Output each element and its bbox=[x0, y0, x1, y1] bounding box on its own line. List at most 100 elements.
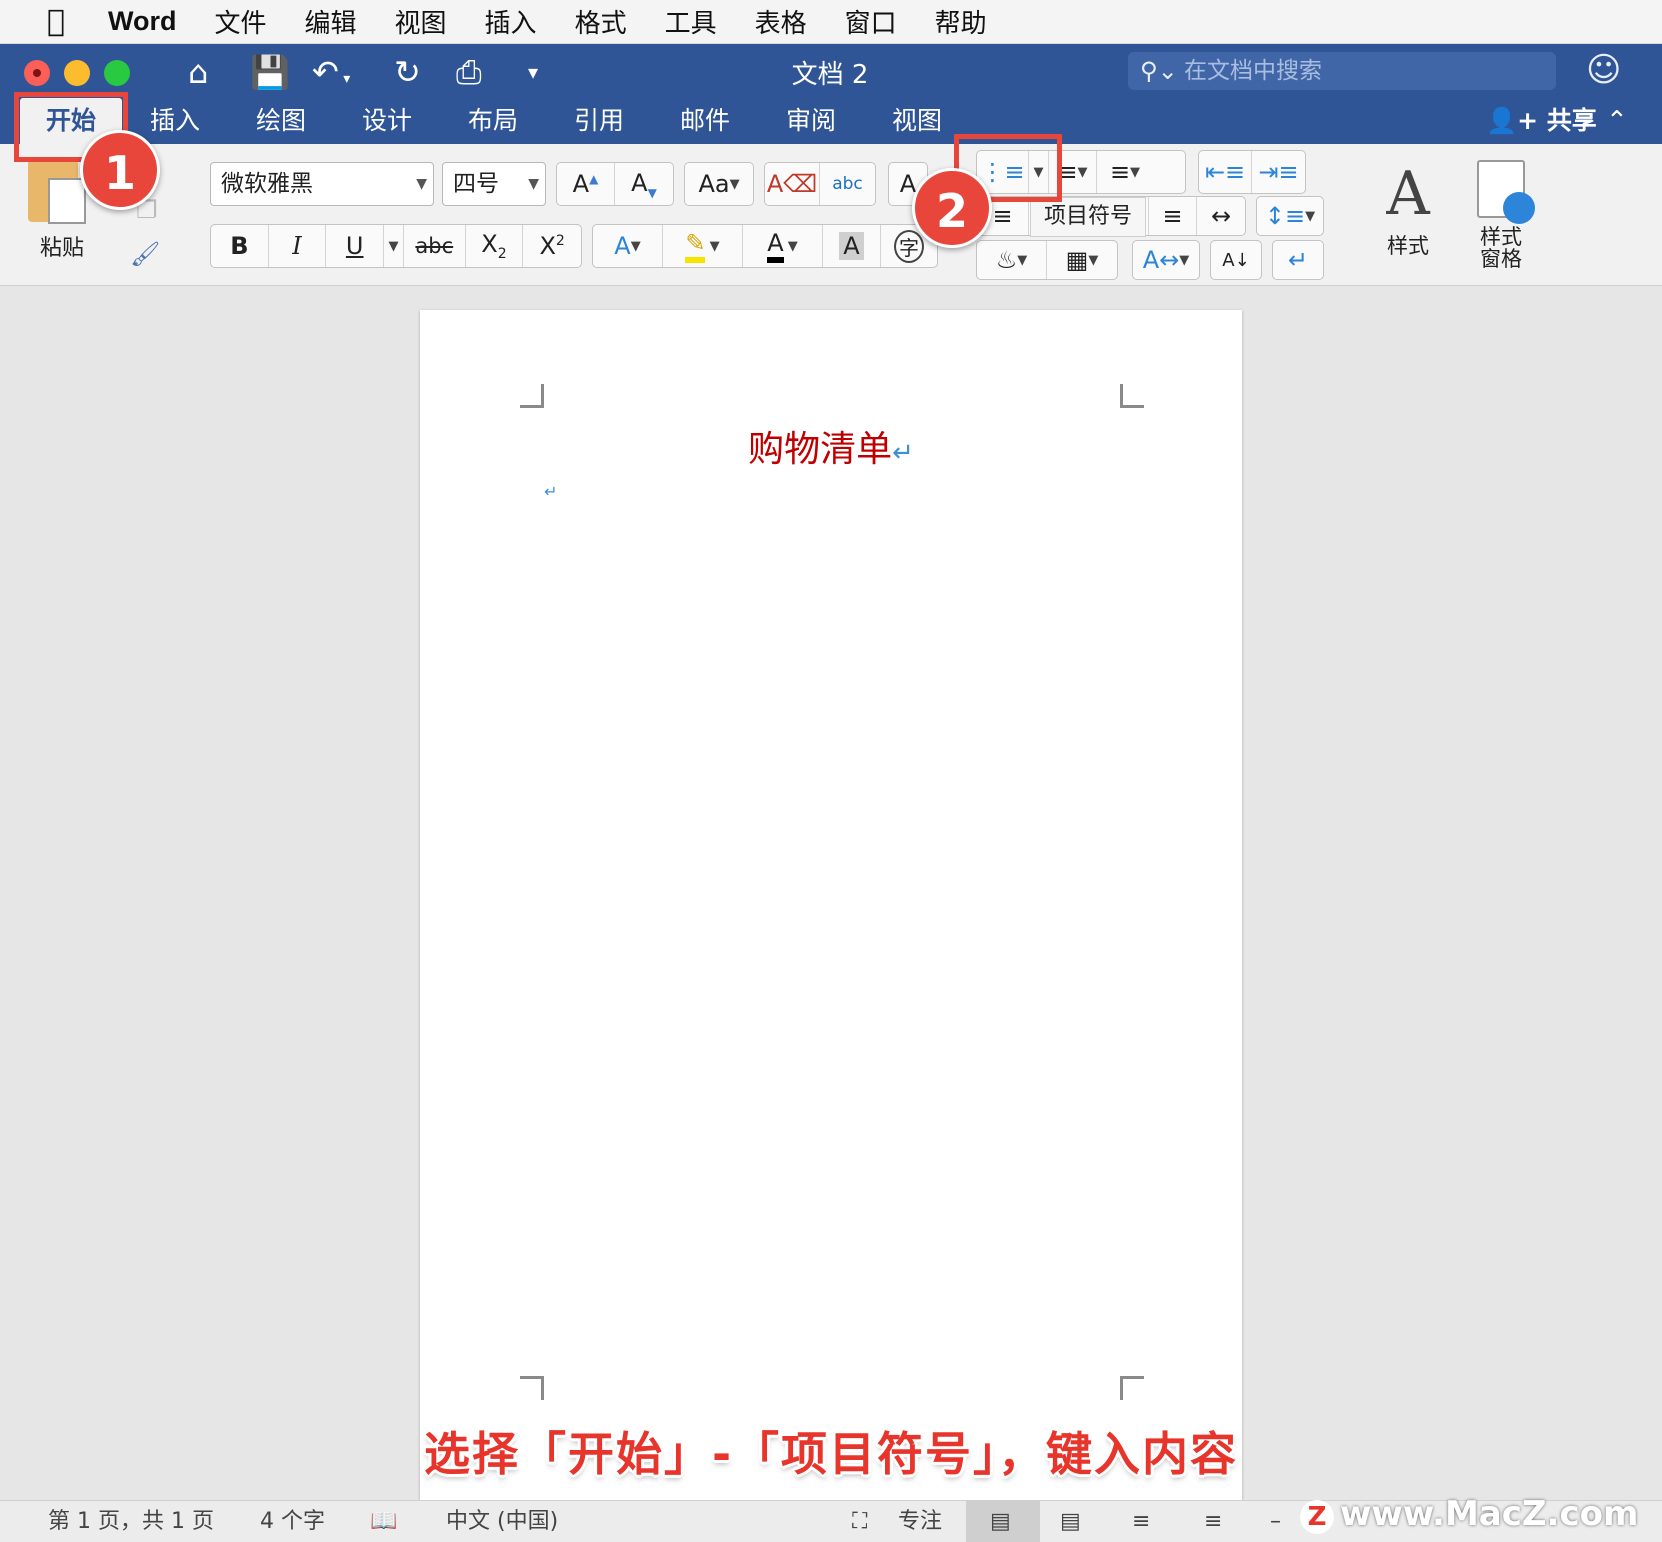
app-menu-word[interactable]: Word bbox=[108, 6, 177, 37]
word-count-status[interactable]: 4 个字 bbox=[260, 1501, 325, 1542]
highlighter-icon: ✎ bbox=[685, 229, 706, 263]
strikethrough-button[interactable]: abc bbox=[404, 225, 466, 267]
tab-mailings[interactable]: 邮件 bbox=[660, 98, 750, 144]
sort-button[interactable]: A↓ bbox=[1211, 241, 1261, 279]
close-window-button[interactable] bbox=[24, 60, 50, 86]
borders-button[interactable]: ▦ ▼ bbox=[1047, 241, 1117, 279]
underline-button[interactable]: U bbox=[326, 225, 385, 267]
shrink-font-icon: A▼ bbox=[631, 168, 657, 200]
menu-help[interactable]: 帮助 bbox=[935, 3, 987, 40]
shrink-font-button[interactable]: A▼ bbox=[615, 163, 673, 205]
share-label: 共享 bbox=[1546, 106, 1597, 135]
proofing-book-icon[interactable]: 📖 bbox=[370, 1501, 397, 1542]
zoom-window-button[interactable] bbox=[104, 60, 130, 86]
align-left-icon: ≡ bbox=[992, 202, 1013, 230]
ribbon-tab-bar: 开始 插入 绘图 设计 布局 引用 邮件 审阅 视图 👤+ 共享 ⌃ bbox=[0, 98, 1662, 144]
change-case-button[interactable]: Aa ▼ bbox=[685, 163, 753, 205]
subscript-icon: X2 bbox=[481, 230, 507, 262]
return-arrow-icon: ↵ bbox=[1287, 246, 1309, 274]
share-button[interactable]: 👤+ 共享 bbox=[1486, 98, 1597, 144]
feedback-smiley-icon[interactable]: ☺ bbox=[1586, 50, 1621, 90]
line-spacing-button[interactable]: ↕≡ ▼ bbox=[1257, 197, 1323, 235]
font-name-select[interactable]: 微软雅黑 ▼ bbox=[210, 162, 434, 206]
page-count-status[interactable]: 第 1 页，共 1 页 bbox=[48, 1501, 214, 1542]
tab-layout[interactable]: 布局 bbox=[448, 98, 538, 144]
font-size-select[interactable]: 四号 ▼ bbox=[442, 162, 546, 206]
menu-table[interactable]: 表格 bbox=[755, 3, 807, 40]
document-heading-line[interactable]: 购物清单↵ bbox=[420, 420, 1242, 472]
collapse-ribbon-icon[interactable]: ⌃ bbox=[1606, 98, 1628, 144]
font-style-group: B I U ▼ abc X2 X2 bbox=[210, 224, 582, 268]
tab-design[interactable]: 设计 bbox=[342, 98, 432, 144]
character-shading-button[interactable]: A bbox=[823, 225, 881, 267]
zoom-out-icon[interactable]: – bbox=[1270, 1501, 1281, 1542]
character-spacing-button[interactable]: A↔ ▼ bbox=[1133, 241, 1199, 279]
grow-font-icon: A▲ bbox=[572, 170, 599, 198]
menu-view[interactable]: 视图 bbox=[395, 3, 447, 40]
font-size-adjust-group: A▲ A▼ bbox=[556, 162, 674, 206]
minimize-window-button[interactable] bbox=[64, 60, 90, 86]
web-layout-icon[interactable]: ▤ bbox=[1060, 1501, 1081, 1542]
underline-dropdown[interactable]: ▼ bbox=[384, 225, 404, 267]
watermark-text: www.MacZ.com bbox=[1340, 1494, 1639, 1534]
line-spacing-icon: ↕≡ bbox=[1264, 202, 1306, 230]
crop-mark-bottom-right bbox=[1120, 1376, 1144, 1400]
crop-mark-bottom-left bbox=[520, 1376, 544, 1400]
styles-gallery-button[interactable]: A 样式 bbox=[1368, 158, 1448, 260]
shading-border-group: ♨ ▼ ▦ ▼ bbox=[976, 240, 1118, 280]
document-search-input[interactable]: ⚲⌄ 在文档中搜索 bbox=[1128, 52, 1556, 90]
italic-button[interactable]: I bbox=[269, 225, 327, 267]
show-paragraph-marks-button[interactable]: ↵ bbox=[1273, 241, 1323, 279]
undo-icon[interactable]: ↶ ▾ bbox=[312, 50, 350, 101]
menu-insert[interactable]: 插入 bbox=[485, 3, 537, 40]
search-icon: ⚲⌄ bbox=[1140, 57, 1178, 85]
menu-file[interactable]: 文件 bbox=[215, 3, 267, 40]
clear-formatting-button[interactable]: A⌫ bbox=[765, 163, 821, 205]
increase-indent-button[interactable]: ⇥≡ bbox=[1252, 151, 1305, 193]
highlight-color-button[interactable]: ✎ ▼ bbox=[663, 225, 743, 267]
menu-format[interactable]: 格式 bbox=[575, 3, 627, 40]
font-color-button[interactable]: A ▼ bbox=[743, 225, 823, 267]
styles-pane-button[interactable]: 样式 窗格 bbox=[1462, 160, 1540, 270]
abc-icon: abc bbox=[832, 174, 863, 194]
focus-mode-icon[interactable]: ⛶ bbox=[852, 1501, 867, 1542]
tab-draw[interactable]: 绘图 bbox=[236, 98, 326, 144]
bullets-tooltip: 项目符号 bbox=[1030, 197, 1146, 237]
menu-window[interactable]: 窗口 bbox=[845, 3, 897, 40]
justify-button[interactable]: ≡ bbox=[1149, 197, 1197, 235]
document-page[interactable]: 购物清单↵ ↵ bbox=[420, 310, 1242, 1500]
shading-button[interactable]: ♨ ▼ bbox=[977, 241, 1047, 279]
print-icon[interactable]: ⎙ bbox=[456, 50, 482, 94]
menu-tools[interactable]: 工具 bbox=[665, 3, 717, 40]
focus-mode-label[interactable]: 专注 bbox=[898, 1501, 942, 1542]
superscript-button[interactable]: X2 bbox=[523, 225, 581, 267]
home-icon[interactable]: ⌂ bbox=[188, 50, 208, 94]
tab-references[interactable]: 引用 bbox=[554, 98, 644, 144]
draft-view-icon[interactable]: ≡ bbox=[1204, 1501, 1222, 1542]
font-name-value: 微软雅黑 bbox=[221, 171, 313, 197]
text-effects-button[interactable]: A ▼ bbox=[593, 225, 663, 267]
bold-button[interactable]: B bbox=[211, 225, 269, 267]
save-icon[interactable]: 💾 bbox=[250, 50, 290, 94]
subscript-button[interactable]: X2 bbox=[466, 225, 524, 267]
distributed-button[interactable]: ↔ bbox=[1197, 197, 1245, 235]
outline-view-icon[interactable]: ≡ bbox=[1132, 1501, 1150, 1542]
line-spacing-group: ↕≡ ▼ bbox=[1256, 196, 1324, 236]
language-status[interactable]: 中文 (中国) bbox=[446, 1501, 558, 1542]
crop-mark-top-right bbox=[1120, 384, 1144, 408]
show-marks-group: ↵ bbox=[1272, 240, 1324, 280]
format-painter-icon[interactable]: 🖌 bbox=[130, 240, 160, 268]
menu-edit[interactable]: 编辑 bbox=[305, 3, 357, 40]
font-size-value: 四号 bbox=[453, 171, 499, 197]
apple-logo-icon[interactable]:  bbox=[38, 4, 74, 39]
multilevel-list-button[interactable]: ≡ ▼ bbox=[1097, 151, 1153, 193]
change-case-icon: Aa bbox=[698, 170, 730, 198]
decrease-indent-button[interactable]: ⇤≡ bbox=[1199, 151, 1253, 193]
tab-review[interactable]: 审阅 bbox=[766, 98, 856, 144]
sort-group: A↓ bbox=[1210, 240, 1262, 280]
text-effects-abc-button[interactable]: abc bbox=[820, 163, 875, 205]
customize-toolbar-icon[interactable]: ▾ bbox=[528, 50, 538, 94]
grow-font-button[interactable]: A▲ bbox=[557, 163, 615, 205]
redo-icon[interactable]: ↻ bbox=[394, 50, 421, 94]
tab-view[interactable]: 视图 bbox=[872, 98, 962, 144]
